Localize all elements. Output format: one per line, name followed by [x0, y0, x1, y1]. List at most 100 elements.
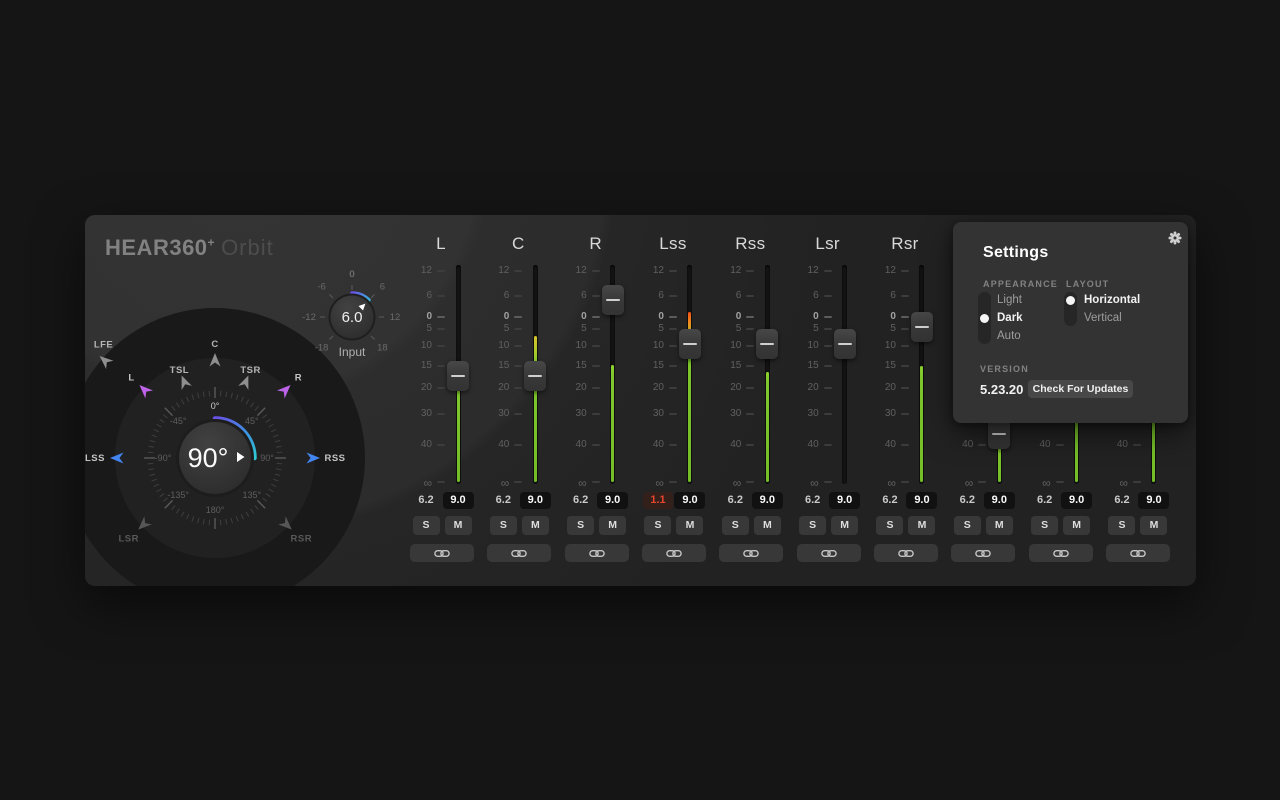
fader-handle[interactable] — [447, 361, 469, 391]
fader-handle[interactable] — [756, 329, 778, 359]
level-meter — [534, 336, 537, 482]
scale-mark-label: 40 — [866, 439, 896, 450]
gain-value[interactable]: 9.0 — [674, 492, 705, 509]
scale-mark-tick — [669, 345, 677, 347]
scale-mark-label: 12 — [866, 265, 896, 276]
fader-handle[interactable] — [679, 329, 701, 359]
link-button[interactable] — [797, 544, 861, 562]
peak-value[interactable]: 1.1 — [643, 492, 673, 509]
chain-link-icon — [821, 549, 837, 558]
solo-button[interactable]: S — [413, 516, 440, 535]
scale-mark-tick — [669, 270, 677, 272]
link-button[interactable] — [410, 544, 474, 562]
scale-mark-tick — [437, 481, 445, 483]
chain-link-icon — [898, 549, 914, 558]
link-button[interactable] — [951, 544, 1015, 562]
product-name: Orbit — [221, 235, 274, 260]
mute-button[interactable]: M — [831, 516, 858, 535]
scale-mark-label: 10 — [634, 340, 664, 351]
layout-selected-dot — [1066, 296, 1075, 305]
fader-handle[interactable] — [602, 285, 624, 315]
gain-value[interactable]: 9.0 — [829, 492, 860, 509]
scale-mark-label: ∞ — [789, 476, 819, 490]
link-button[interactable] — [487, 544, 551, 562]
mute-button[interactable]: M — [1140, 516, 1167, 535]
fader-track[interactable] — [842, 265, 847, 484]
solo-button[interactable]: S — [1031, 516, 1058, 535]
peak-value[interactable]: 6.2 — [720, 492, 750, 509]
scale-mark-tick — [514, 413, 522, 415]
scale-mark-label: 30 — [866, 408, 896, 419]
mute-button[interactable]: M — [986, 516, 1013, 535]
scale-mark-label: 0 — [789, 311, 819, 322]
solo-button[interactable]: S — [1108, 516, 1135, 535]
solo-button[interactable]: S — [644, 516, 671, 535]
scale-mark-tick — [824, 345, 832, 347]
channel-label: Rsr — [875, 234, 935, 254]
gain-value[interactable]: 9.0 — [443, 492, 474, 509]
gain-value[interactable]: 9.0 — [906, 492, 937, 509]
scale-mark-tick — [824, 328, 832, 330]
mute-button[interactable]: M — [599, 516, 626, 535]
scale-mark-label: 6 — [402, 290, 432, 301]
scale-mark-tick — [901, 365, 909, 367]
link-button[interactable] — [1106, 544, 1170, 562]
mute-button[interactable]: M — [522, 516, 549, 535]
gain-value[interactable]: 9.0 — [520, 492, 551, 509]
solo-button[interactable]: S — [490, 516, 517, 535]
scale-mark-label: 10 — [402, 340, 432, 351]
peak-value[interactable]: 6.2 — [798, 492, 828, 509]
layout-option-vertical[interactable]: Vertical — [1084, 310, 1122, 326]
fader-handle[interactable] — [988, 419, 1010, 449]
scale-mark-tick — [746, 444, 754, 446]
solo-button[interactable]: S — [799, 516, 826, 535]
peak-value[interactable]: 6.2 — [952, 492, 982, 509]
scale-mark-tick — [437, 387, 445, 389]
gear-icon[interactable] — [1168, 231, 1182, 245]
peak-value[interactable]: 6.2 — [1107, 492, 1137, 509]
channel-label: Lss — [643, 234, 703, 254]
link-button[interactable] — [565, 544, 629, 562]
mute-button[interactable]: M — [754, 516, 781, 535]
mute-button[interactable]: M — [676, 516, 703, 535]
appearance-option-auto[interactable]: Auto — [997, 328, 1021, 344]
peak-value[interactable]: 6.2 — [488, 492, 518, 509]
solo-button[interactable]: S — [954, 516, 981, 535]
layout-option-horizontal[interactable]: Horizontal — [1084, 292, 1140, 308]
link-button[interactable] — [719, 544, 783, 562]
scale-mark-tick — [437, 444, 445, 446]
peak-value[interactable]: 6.2 — [566, 492, 596, 509]
scale-mark-label: 30 — [479, 408, 509, 419]
scale-mark-label: 30 — [711, 408, 741, 419]
fader-handle[interactable] — [524, 361, 546, 391]
scale-mark-label: 40 — [711, 439, 741, 450]
gain-value[interactable]: 9.0 — [1061, 492, 1092, 509]
scale-mark-tick — [592, 365, 600, 367]
scale-mark-tick — [746, 345, 754, 347]
scale-mark-tick — [514, 270, 522, 272]
appearance-option-light[interactable]: Light — [997, 292, 1022, 308]
peak-value[interactable]: 6.2 — [1030, 492, 1060, 509]
mute-button[interactable]: M — [1063, 516, 1090, 535]
fader-handle-line — [992, 433, 1006, 435]
fader-handle[interactable] — [834, 329, 856, 359]
check-updates-button[interactable]: Check For Updates — [1028, 380, 1133, 398]
solo-button[interactable]: S — [567, 516, 594, 535]
appearance-option-dark[interactable]: Dark — [997, 310, 1023, 326]
gain-value[interactable]: 9.0 — [752, 492, 783, 509]
scale-mark-label: 10 — [866, 340, 896, 351]
peak-value[interactable]: 6.2 — [875, 492, 905, 509]
mute-button[interactable]: M — [445, 516, 472, 535]
link-button[interactable] — [642, 544, 706, 562]
gain-value[interactable]: 9.0 — [984, 492, 1015, 509]
fader-handle[interactable] — [911, 312, 933, 342]
gain-value[interactable]: 9.0 — [597, 492, 628, 509]
scale-mark-label: 12 — [634, 265, 664, 276]
gain-value[interactable]: 9.0 — [1138, 492, 1169, 509]
link-button[interactable] — [1029, 544, 1093, 562]
link-button[interactable] — [874, 544, 938, 562]
peak-value[interactable]: 6.2 — [411, 492, 441, 509]
solo-button[interactable]: S — [722, 516, 749, 535]
solo-button[interactable]: S — [876, 516, 903, 535]
mute-button[interactable]: M — [908, 516, 935, 535]
